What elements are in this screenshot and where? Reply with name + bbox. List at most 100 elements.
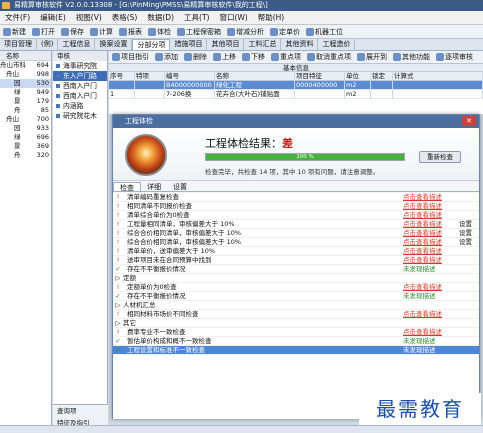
tree-row[interactable]: 舟山市科 694 [0,61,51,70]
health-check-dialog: 工程体检 ✕ 工程体检结果：差 100 % 检查完毕，共检查 14 项，其中 1… [112,114,480,419]
check-result-link[interactable]: 点击查看描述 [403,247,459,255]
grid-tool-button[interactable]: 其他功能 [390,52,433,62]
menu-item[interactable]: 文件(F) [0,12,35,23]
check-result-link[interactable]: 点击查看描述 [403,202,459,210]
tree-row[interactable]: 绿 949 [0,88,51,97]
nav-footer-item[interactable]: 查询项 [53,405,108,417]
tab[interactable]: 其他资料 [281,39,319,50]
tree-row[interactable]: 景 179 [0,97,51,106]
check-setting-link[interactable]: 设置 [459,229,479,237]
menu-item[interactable]: 数据(D) [142,12,179,23]
check-row[interactable]: ! 清单编码重复检查 点击查看描述 [113,193,479,202]
check-row[interactable]: ✓ 存在不平衡报价情况 未发现描述 [113,292,479,301]
grid-tool-button[interactable]: 上移 [210,52,239,62]
toolbar-button[interactable]: 工程保密箱 [174,27,224,37]
check-result-link[interactable]: 点击查看描述 [403,193,459,201]
grid-tool-button[interactable]: 添加 [152,52,181,62]
tree-row[interactable]: 舟山 998 [0,70,51,79]
tree-row[interactable]: 绿 696 [0,133,51,142]
grid-row[interactable]: B4000000000 绿化工程 0000400000 m2 [109,81,483,90]
check-row[interactable]: ! 工程量相同清单，审核偏差大于 10% 点击查看描述 设置 [113,220,479,229]
check-result-link[interactable]: 点击查看描述 [403,238,459,246]
menu-item[interactable]: 窗口(W) [214,12,252,23]
check-row[interactable]: ✓ 暂估单价构成和概不一致检查 未发现描述 [113,337,479,346]
tab[interactable]: 措施项目 [170,39,208,50]
check-setting-link[interactable]: 设置 [459,238,479,246]
grid-tool-button[interactable]: 重点项 [268,52,304,62]
toolbar-button[interactable]: 机器工位 [303,27,346,37]
check-row[interactable]: ✓ 工程设置和标准不一致检查 未发现描述 [113,346,479,355]
tree-row[interactable]: 舟 85 [0,106,51,115]
check-result-link[interactable]: 点击查看描述 [403,310,459,318]
toolbar-button[interactable]: 报表 [116,27,145,37]
menu-item[interactable]: 视图(V) [71,12,107,23]
nav-item[interactable]: 东入户门路 [53,71,107,81]
grid-cell [371,90,393,98]
check-group[interactable]: ▷ 其它 [113,319,479,328]
toolbar-button[interactable]: 定单价 [267,27,303,37]
nav-item[interactable]: 西南入户门 [53,91,107,101]
toolbar-button[interactable]: 体检 [145,27,174,37]
grid-tool-button[interactable]: 逐项审核 [433,52,476,62]
grid-tool-button[interactable]: 下移 [239,52,268,62]
check-result-link[interactable]: 点击查看描述 [403,229,459,237]
tab[interactable]: 其他项目 [207,39,245,50]
toolbar-button[interactable]: 新建 [0,27,29,37]
tab[interactable]: (例) [37,39,59,50]
tab[interactable]: 换案设置 [95,39,133,50]
check-setting-link[interactable]: 设置 [459,220,479,228]
grid-row[interactable]: 1 7-206换 花卉合(大叶石)铺贴面 m2 [109,90,483,99]
grid-tool-button[interactable]: 删除 [181,52,210,62]
check-result-link[interactable]: 点击查看描述 [403,211,459,219]
nav-item[interactable]: 内涵路 [53,101,107,111]
menu-item[interactable]: 编辑(E) [35,12,71,23]
check-row[interactable]: ✓ 存在不平衡报价情况 未发现描述 [113,265,479,274]
tree-row[interactable]: 园 530 [0,79,51,88]
check-row[interactable]: ! 综合合价相同清单，审核偏差大于 10% 点击查看描述 设置 [113,238,479,247]
toolbar-button[interactable]: 增减分析 [224,27,267,37]
check-result-link[interactable]: 点击查看描述 [403,220,459,228]
tab[interactable]: 工程造价 [318,39,356,50]
check-row[interactable]: ! 定额单价为0检查 点击查看描述 [113,283,479,292]
tree-row[interactable]: 园 933 [0,124,51,133]
toolbar: 新建 打开 保存 计算 报表 体检 工程保密箱 增减分析 定单价 机器工位 [0,25,483,39]
nav-item[interactable]: 研究院花木 [53,111,107,121]
tab[interactable]: 工料汇总 [244,39,282,50]
menu-item[interactable]: 帮助(H) [253,12,290,23]
tree-row[interactable]: 舟山 700 [0,115,51,124]
check-row[interactable]: ! 费率专业不一致检查 点击查看描述 [113,328,479,337]
dialog-tab[interactable]: 检查 [113,182,141,192]
menu-item[interactable]: 表格(S) [107,12,143,23]
dialog-tab[interactable]: 详细 [141,182,167,191]
toolbar-button[interactable]: 计算 [87,27,116,37]
check-group[interactable]: ▷ 定额 [113,274,479,283]
recheck-button[interactable]: 重新检查 [419,151,461,163]
tab[interactable]: 工程信息 [58,39,96,50]
toolbar-button[interactable]: 打开 [29,27,58,37]
check-row[interactable]: ! 相同材料市场价不同检查 点击查看描述 [113,310,479,319]
tab[interactable]: 项目管理 [0,39,37,50]
grid-tool-button[interactable]: 取消重点项 [304,52,354,62]
check-result-link[interactable]: 点击查看描述 [403,283,459,291]
close-icon[interactable]: ✕ [462,116,476,126]
check-row[interactable]: ! 清单综合单价为0检查 点击查看描述 [113,211,479,220]
tree-row[interactable]: 舟 320 [0,151,51,160]
check-row[interactable]: ! 清单单价，送审偏差大于 10% 点击查看描述 [113,247,479,256]
check-row[interactable]: ! 送审项目未在合同预算中找到 点击查看描述 [113,256,479,265]
nav-item[interactable]: 海事研究院 [53,61,107,71]
check-group[interactable]: ▷ 人材机汇总 [113,301,479,310]
tree-row[interactable]: 景 369 [0,142,51,151]
grid-column-header: 锁定 [371,72,393,80]
menu-item[interactable]: 工具(T) [179,12,214,23]
tab[interactable]: 分部分项 [132,39,171,50]
check-row[interactable]: ! 综合合价相同清单，审核偏差大于 10% 点击查看描述 设置 [113,229,479,238]
check-result-link[interactable]: 点击查看描述 [403,256,459,264]
window-title-text: 易精算审核软件 V2.0.0.13308 - [G:\PinMing\PMSS\… [14,1,268,9]
grid-tool-button[interactable]: 项目指引 [109,52,152,62]
check-result-link[interactable]: 点击查看描述 [403,328,459,336]
nav-item[interactable]: 西南入户门 [53,81,107,91]
dialog-tab[interactable]: 设置 [167,182,193,191]
check-row[interactable]: ! 相同清单不同报价检查 点击查看描述 [113,202,479,211]
grid-tool-button[interactable]: 展开到 [354,52,390,62]
toolbar-button[interactable]: 保存 [58,27,87,37]
